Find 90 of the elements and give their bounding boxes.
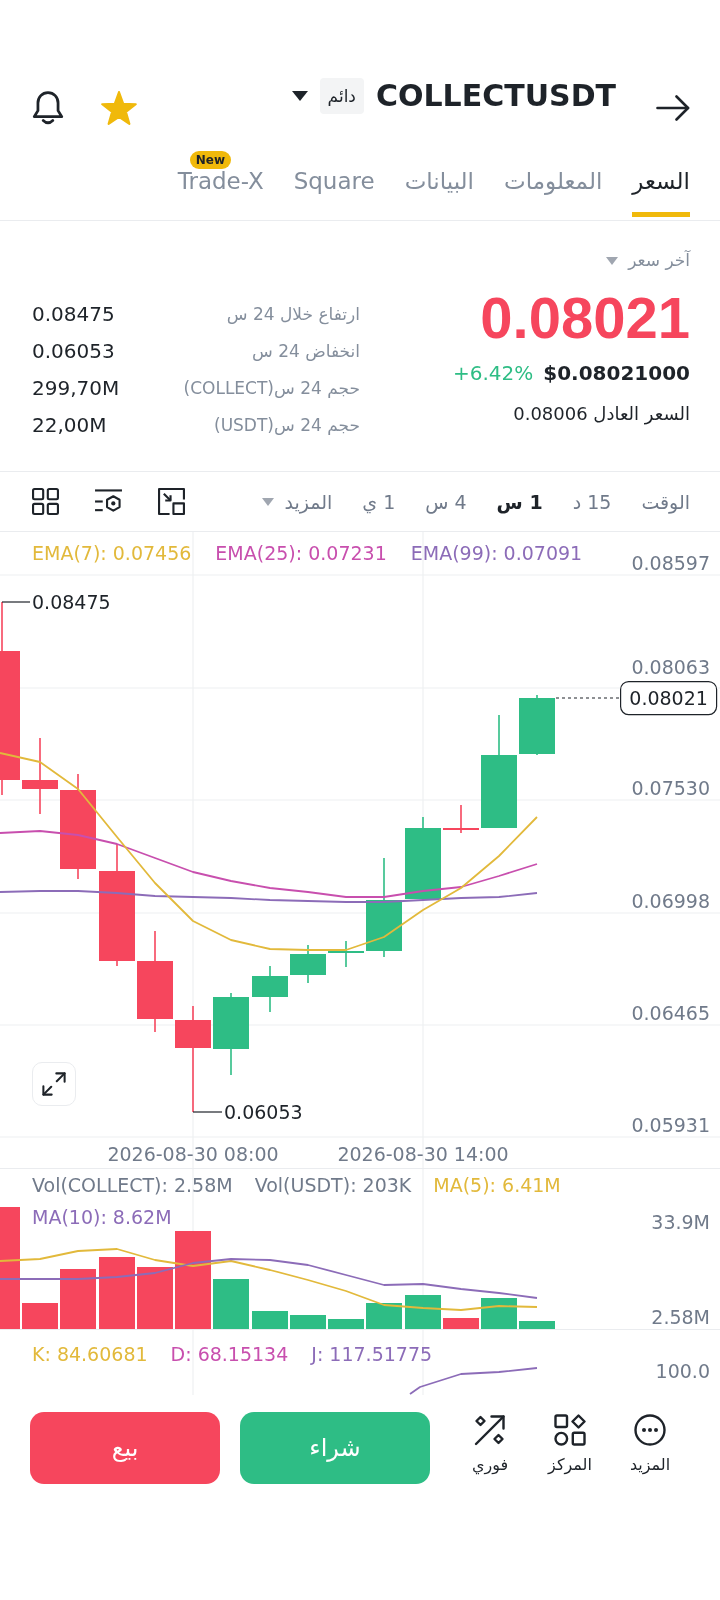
rising-candle <box>519 694 555 756</box>
axis-label: 0.06998 <box>631 890 710 912</box>
price-line <box>555 697 620 699</box>
caret-icon <box>262 497 275 506</box>
volume-bar <box>99 1257 135 1329</box>
arrow-diamonds-icon <box>474 1414 506 1446</box>
volume-bar <box>443 1318 479 1329</box>
new-badge: New <box>189 151 232 169</box>
axis-label: 33.9M <box>651 1211 710 1233</box>
kdj-legend: K: 84.60681 <box>32 1338 148 1370</box>
stat-value: 299,70M <box>32 374 120 401</box>
volume-bar <box>328 1319 364 1329</box>
instant-trade-button[interactable]: فوري <box>455 1414 525 1476</box>
indicator-legend: EMA(99): 0.07091 <box>410 538 583 568</box>
axis-label: 0.06465 <box>631 1002 710 1024</box>
tab[interactable]: البيانات <box>404 146 474 220</box>
tab[interactable]: المعلومات <box>504 146 603 220</box>
falling-candle <box>443 804 479 834</box>
rising-candle <box>290 944 326 984</box>
volume-bar <box>60 1269 96 1329</box>
indicator-legend: EMA(25): 0.07231 <box>215 538 387 568</box>
leader-line <box>192 1111 223 1113</box>
tab[interactable]: Square <box>293 146 375 220</box>
star-icon[interactable] <box>101 91 137 125</box>
axis-label: 2026-08-30 14:00 <box>337 1143 509 1165</box>
more-icon <box>634 1414 666 1446</box>
volume-legend: MA(10): 8.62M <box>32 1201 172 1233</box>
axis-label: 2026-08-30 08:00 <box>107 1143 279 1165</box>
shapes-icon <box>554 1414 586 1446</box>
stat-label: ارتفاع خلال 24 س <box>226 302 360 327</box>
volume-bar <box>137 1267 173 1329</box>
settings-icon[interactable] <box>94 489 123 514</box>
high-price-label: 0.08475 <box>32 591 111 613</box>
price-change: +6.42% <box>452 360 534 387</box>
volume-bar <box>252 1311 288 1329</box>
dropdown-caret-icon[interactable] <box>291 91 308 101</box>
stat-value: 0.06053 <box>32 337 115 364</box>
symbol-title: COLLECTUSDT <box>375 78 616 114</box>
volume-bar <box>213 1279 249 1329</box>
contract-type-badge: دائم <box>319 78 364 114</box>
volume-legend: Vol(USDT): 203K <box>254 1169 412 1201</box>
stat-label: حجم 24 س(COLLECT) <box>183 376 360 400</box>
indicator-legend: EMA(7): 0.07456 <box>32 538 192 568</box>
price-type-selector[interactable]: آخر سعر <box>606 249 690 273</box>
arrow-right-icon[interactable] <box>656 95 690 121</box>
axis-label: 0.08063 <box>631 656 710 678</box>
grid-icon[interactable] <box>32 488 59 515</box>
current-price-tag: 0.08021 <box>620 681 718 716</box>
tab[interactable]: السعر <box>632 146 690 220</box>
axis-label: 100.0 <box>655 1360 710 1382</box>
stat-value: 22,00M <box>32 411 107 438</box>
rising-candle <box>328 940 364 968</box>
volume-bar <box>519 1321 555 1329</box>
leader-line <box>1 601 31 603</box>
axis-label: 2.58M <box>651 1306 710 1328</box>
last-price: 0.08021 <box>480 287 690 349</box>
rising-candle <box>252 965 288 1013</box>
volume-legend: Vol(COLLECT): 2.58M <box>32 1169 233 1201</box>
interval-tab[interactable]: 1 س <box>496 487 543 516</box>
fair-price: السعر العادل 0.08006 <box>513 402 690 427</box>
bell-icon[interactable] <box>32 90 64 126</box>
position-button[interactable]: المركز <box>535 1414 605 1476</box>
stat-label: انخفاض 24 س <box>252 339 360 363</box>
volume-bar <box>290 1315 326 1329</box>
more-button[interactable]: المزيد <box>615 1414 685 1476</box>
interval-tab[interactable]: الوقت <box>641 487 690 516</box>
usd-price: $0.08021000 <box>543 360 690 387</box>
axis-label: 0.08597 <box>631 552 710 574</box>
volume-bar <box>405 1295 441 1329</box>
fullscreen-button[interactable] <box>32 1062 76 1106</box>
interval-tab[interactable]: 1 ي <box>362 487 396 516</box>
interval-tab[interactable]: 15 د <box>572 487 612 516</box>
stat-value: 0.08475 <box>32 300 115 327</box>
volume-bar <box>481 1298 517 1329</box>
sell-button[interactable]: بيع <box>30 1412 220 1484</box>
more-intervals-dropdown[interactable]: المزيد <box>262 487 333 516</box>
expand-icon <box>42 1072 66 1096</box>
volume-bar <box>22 1303 58 1329</box>
interval-tab[interactable]: 4 س <box>425 487 467 516</box>
axis-label: 0.05931 <box>631 1114 710 1136</box>
arrow-square-icon[interactable] <box>158 488 185 515</box>
kdj-legend: D: 68.15134 <box>170 1338 289 1370</box>
volume-bar <box>366 1303 402 1329</box>
stat-label: حجم 24 س(USDT) <box>214 413 360 437</box>
kdj-legend: J: 117.51775 <box>311 1338 433 1370</box>
volume-legend: MA(5): 6.41M <box>433 1169 561 1201</box>
axis-label: 0.07530 <box>631 777 710 799</box>
low-price-label: 0.06053 <box>224 1101 303 1123</box>
buy-button[interactable]: شراء <box>240 1412 430 1484</box>
caret-icon <box>606 257 619 265</box>
